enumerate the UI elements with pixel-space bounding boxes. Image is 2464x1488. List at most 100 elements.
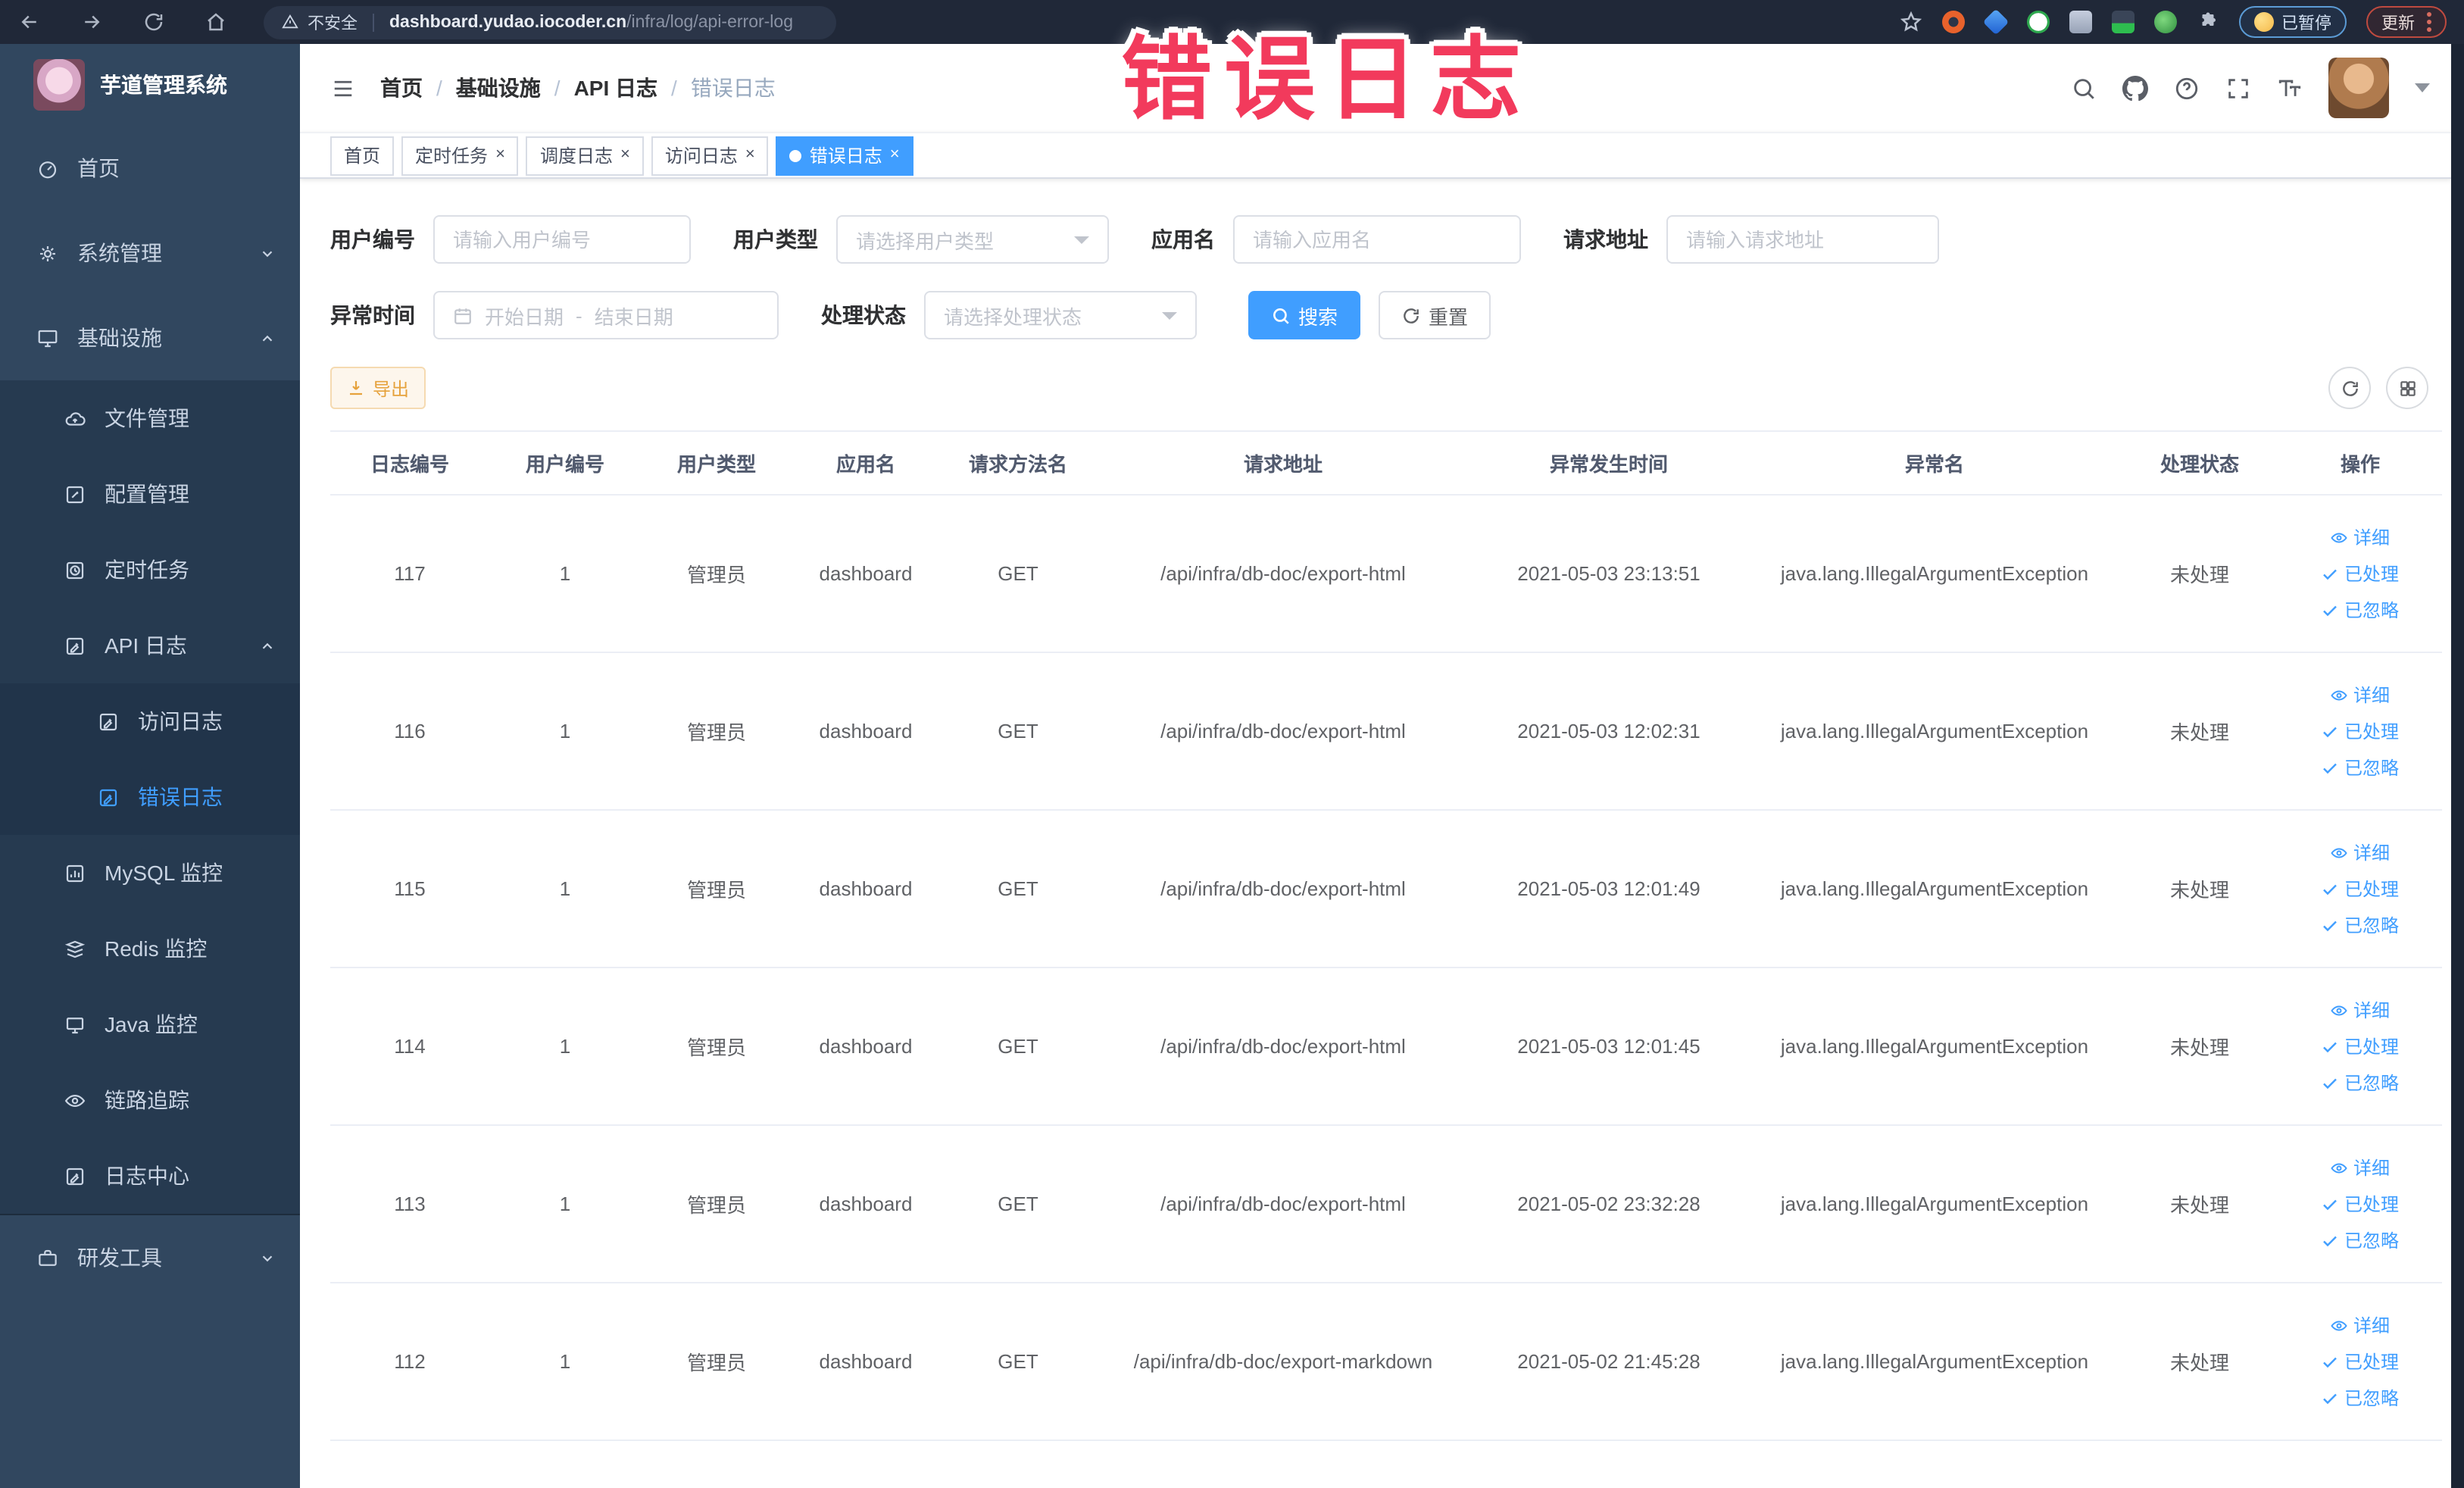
home-icon[interactable] — [205, 11, 227, 33]
action-detail[interactable]: 详细 — [2331, 997, 2390, 1023]
action-mark-processed[interactable]: 已处理 — [2322, 561, 2399, 586]
sidebar-item-redis-monitor[interactable]: Redis 监控 — [0, 911, 300, 986]
tag-schedule-log[interactable]: 调度日志 × — [526, 136, 644, 175]
action-mark-ignored[interactable]: 已忽略 — [2322, 1070, 2399, 1096]
sidebar-item-label: 访问日志 — [138, 709, 223, 733]
search-icon[interactable] — [2071, 75, 2097, 101]
extension-icon-1[interactable] — [1942, 11, 1965, 33]
breadcrumb-home[interactable]: 首页 — [380, 73, 423, 103]
exception-time-range-picker[interactable]: 开始日期 - 结束日期 — [433, 291, 779, 339]
action-detail[interactable]: 详细 — [2331, 682, 2390, 708]
action-mark-processed[interactable]: 已处理 — [2322, 1191, 2399, 1217]
close-icon[interactable]: × — [890, 146, 900, 164]
close-icon[interactable]: × — [620, 146, 630, 164]
browser-scrollbar[interactable] — [2451, 44, 2464, 1488]
extension-icon-6[interactable] — [2154, 11, 2177, 33]
browser-update-pill[interactable]: 更新 — [2366, 6, 2447, 38]
sidebar-item-trace[interactable]: 链路追踪 — [0, 1062, 300, 1138]
action-mark-processed[interactable]: 已处理 — [2322, 718, 2399, 744]
sidebar-item-dev-tools[interactable]: 研发工具 — [0, 1215, 300, 1300]
sidebar-item-mysql-monitor[interactable]: MySQL 监控 — [0, 835, 300, 911]
browser-menu-icon[interactable] — [2427, 12, 2431, 32]
app-logo-row[interactable]: 芋道管理系统 — [0, 44, 300, 126]
breadcrumb-infra[interactable]: 基础设施 — [456, 73, 541, 103]
sidebar-item-label: 首页 — [77, 156, 120, 180]
sidebar-item-label: 系统管理 — [77, 241, 162, 265]
sidebar-item-infra[interactable]: 基础设施 — [0, 295, 300, 380]
refresh-table-button[interactable] — [2328, 367, 2371, 409]
sidebar-item-label: 链路追踪 — [105, 1088, 189, 1112]
breadcrumb-api-log[interactable]: API 日志 — [574, 73, 657, 103]
close-icon[interactable]: × — [495, 146, 505, 164]
address-bar[interactable]: 不安全 dashboard.yudao.iocoder.cn/infra/log… — [264, 5, 836, 39]
action-mark-ignored[interactable]: 已忽略 — [2322, 912, 2399, 938]
request-url-input[interactable] — [1666, 215, 1939, 264]
cell-user-id: 1 — [559, 1035, 571, 1058]
tag-error-log[interactable]: 错误日志 × — [776, 136, 913, 175]
action-detail[interactable]: 详细 — [2331, 1312, 2390, 1338]
user-id-label: 用户编号 — [330, 227, 415, 252]
font-size-icon[interactable] — [2277, 75, 2303, 101]
tag-home[interactable]: 首页 — [330, 136, 395, 175]
help-icon[interactable] — [2174, 75, 2200, 101]
cell-app-name: dashboard — [819, 720, 913, 742]
action-mark-ignored[interactable]: 已忽略 — [2322, 597, 2399, 623]
sidebar-item-config-manage[interactable]: 配置管理 — [0, 456, 300, 532]
tag-scheduled-jobs[interactable]: 定时任务 × — [401, 136, 519, 175]
tags-view-bar: 首页 定时任务 × 调度日志 × 访问日志 × 错误日志 × — [300, 132, 2451, 179]
cell-url: /api/infra/db-doc/export-html — [1160, 720, 1406, 742]
export-button[interactable]: 导出 — [330, 367, 426, 409]
app-name-input[interactable] — [1233, 215, 1521, 264]
sidebar-item-error-log[interactable]: 错误日志 — [0, 759, 300, 835]
sidebar-item-scheduled-jobs[interactable]: 定时任务 — [0, 532, 300, 608]
action-detail[interactable]: 详细 — [2331, 524, 2390, 550]
user-id-input[interactable] — [433, 215, 691, 264]
action-mark-processed[interactable]: 已处理 — [2322, 876, 2399, 902]
user-type-select[interactable]: 请选择用户类型 — [836, 215, 1109, 264]
reset-button[interactable]: 重置 — [1379, 291, 1491, 339]
github-icon[interactable] — [2122, 75, 2148, 101]
sidebar-item-log-center[interactable]: 日志中心 — [0, 1138, 300, 1214]
extension-icon-3[interactable] — [2027, 11, 2050, 33]
profile-paused-pill[interactable]: 已暂停 — [2239, 6, 2347, 38]
cell-log-id: 117 — [394, 562, 426, 585]
sidebar-collapse-icon[interactable] — [330, 77, 356, 99]
cell-method: GET — [998, 562, 1038, 585]
back-icon[interactable] — [18, 11, 41, 33]
action-detail[interactable]: 详细 — [2331, 839, 2390, 865]
sidebar-item-system[interactable]: 系统管理 — [0, 211, 300, 295]
cell-user-type: 管理员 — [686, 1352, 746, 1374]
search-button[interactable]: 搜索 — [1248, 291, 1361, 339]
extension-icon-4[interactable] — [2069, 11, 2092, 33]
action-detail[interactable]: 详细 — [2331, 1155, 2390, 1180]
reload-icon[interactable] — [142, 11, 165, 33]
sidebar-item-api-log[interactable]: API 日志 — [0, 608, 300, 683]
extension-icon-5[interactable] — [2112, 11, 2135, 33]
sidebar-item-java-monitor[interactable]: Java 监控 — [0, 986, 300, 1062]
edit-square-icon — [66, 485, 84, 503]
cell-actions: 详细 已处理 已忽略 — [2278, 839, 2442, 938]
action-mark-ignored[interactable]: 已忽略 — [2322, 1227, 2399, 1253]
sidebar-item-access-log[interactable]: 访问日志 — [0, 683, 300, 759]
check-icon — [2324, 1235, 2338, 1246]
cell-time: 2021-05-02 23:32:28 — [1517, 1193, 1700, 1215]
action-mark-ignored[interactable]: 已忽略 — [2322, 1385, 2399, 1411]
forward-icon[interactable] — [80, 11, 103, 33]
action-mark-processed[interactable]: 已处理 — [2322, 1349, 2399, 1374]
fullscreen-icon[interactable] — [2225, 75, 2251, 101]
sidebar-item-home[interactable]: 首页 — [0, 126, 300, 211]
extension-icon-2[interactable] — [1982, 8, 2010, 36]
user-avatar[interactable] — [2328, 58, 2389, 118]
bookmark-star-icon[interactable] — [1900, 11, 1922, 33]
cell-log-id: 114 — [394, 1035, 426, 1058]
action-mark-ignored[interactable]: 已忽略 — [2322, 755, 2399, 780]
extensions-puzzle-icon[interactable] — [2197, 11, 2219, 33]
process-status-select[interactable]: 请选择处理状态 — [924, 291, 1197, 339]
tag-access-log[interactable]: 访问日志 × — [651, 136, 769, 175]
cell-app-name: dashboard — [819, 877, 913, 900]
column-settings-button[interactable] — [2386, 367, 2428, 409]
action-mark-processed[interactable]: 已处理 — [2322, 1033, 2399, 1059]
user-menu-caret-icon[interactable] — [2415, 83, 2430, 92]
sidebar-item-file-manage[interactable]: 文件管理 — [0, 380, 300, 456]
close-icon[interactable]: × — [745, 146, 755, 164]
